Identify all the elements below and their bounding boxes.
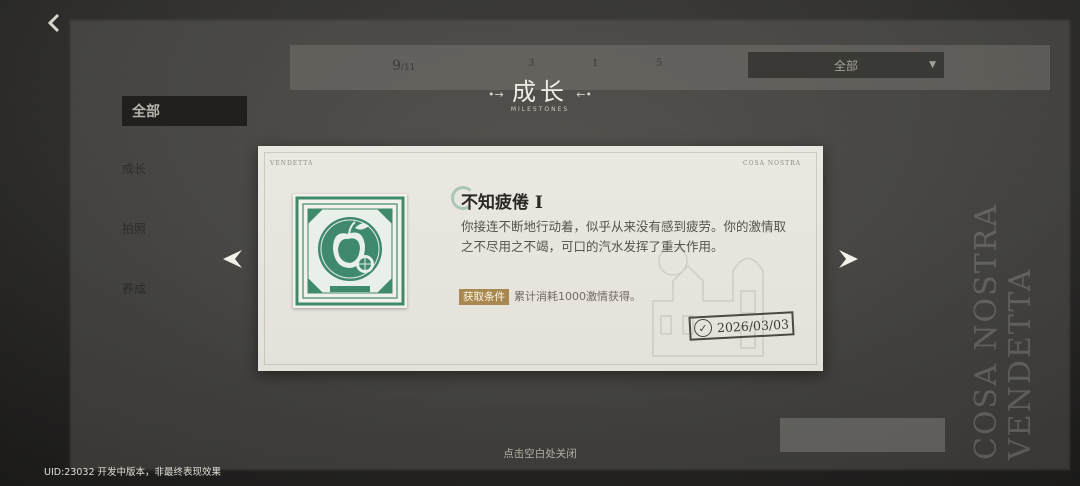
condition-text: 累计消耗1000激情获得。: [514, 290, 641, 303]
condition-badge: 获取条件: [459, 289, 509, 305]
card-tag-right: COSA NOSTRA: [743, 160, 801, 167]
achievement-card: VENDETTA COSA NOSTRA 不知疲倦 I 你接连不断地行动着，似乎…: [258, 146, 823, 371]
close-hint: 点击空白处关闭: [503, 448, 577, 460]
building-watermark-icon: [652, 246, 764, 357]
card-tag-left: VENDETTA: [270, 160, 314, 167]
achievement-title: 不知疲倦 I: [461, 193, 543, 213]
back-arrow-icon[interactable]: [38, 6, 72, 40]
prev-arrow-icon[interactable]: [220, 246, 246, 272]
title-deco-right-icon: ←•: [576, 88, 592, 101]
achievement-description: 你接连不断地行动着，似乎从来没有感到疲劳。你的激情取之不尽用之不竭，可口的汽水发…: [461, 219, 787, 254]
page-subtitle: MILESTONES: [510, 106, 570, 113]
check-icon: ✓: [693, 318, 713, 338]
page-title: •→ 成长 MILESTONES ←•: [480, 78, 600, 118]
achievement-stamp: [293, 194, 407, 308]
title-deco-left-icon: •→: [488, 88, 504, 101]
uid-text: UID:23032 开发中版本，非最终表现效果: [44, 467, 222, 478]
next-arrow-icon[interactable]: [835, 246, 861, 272]
apple-stamp-icon: [295, 196, 405, 306]
unlock-date: 2026/03/03: [716, 316, 790, 335]
